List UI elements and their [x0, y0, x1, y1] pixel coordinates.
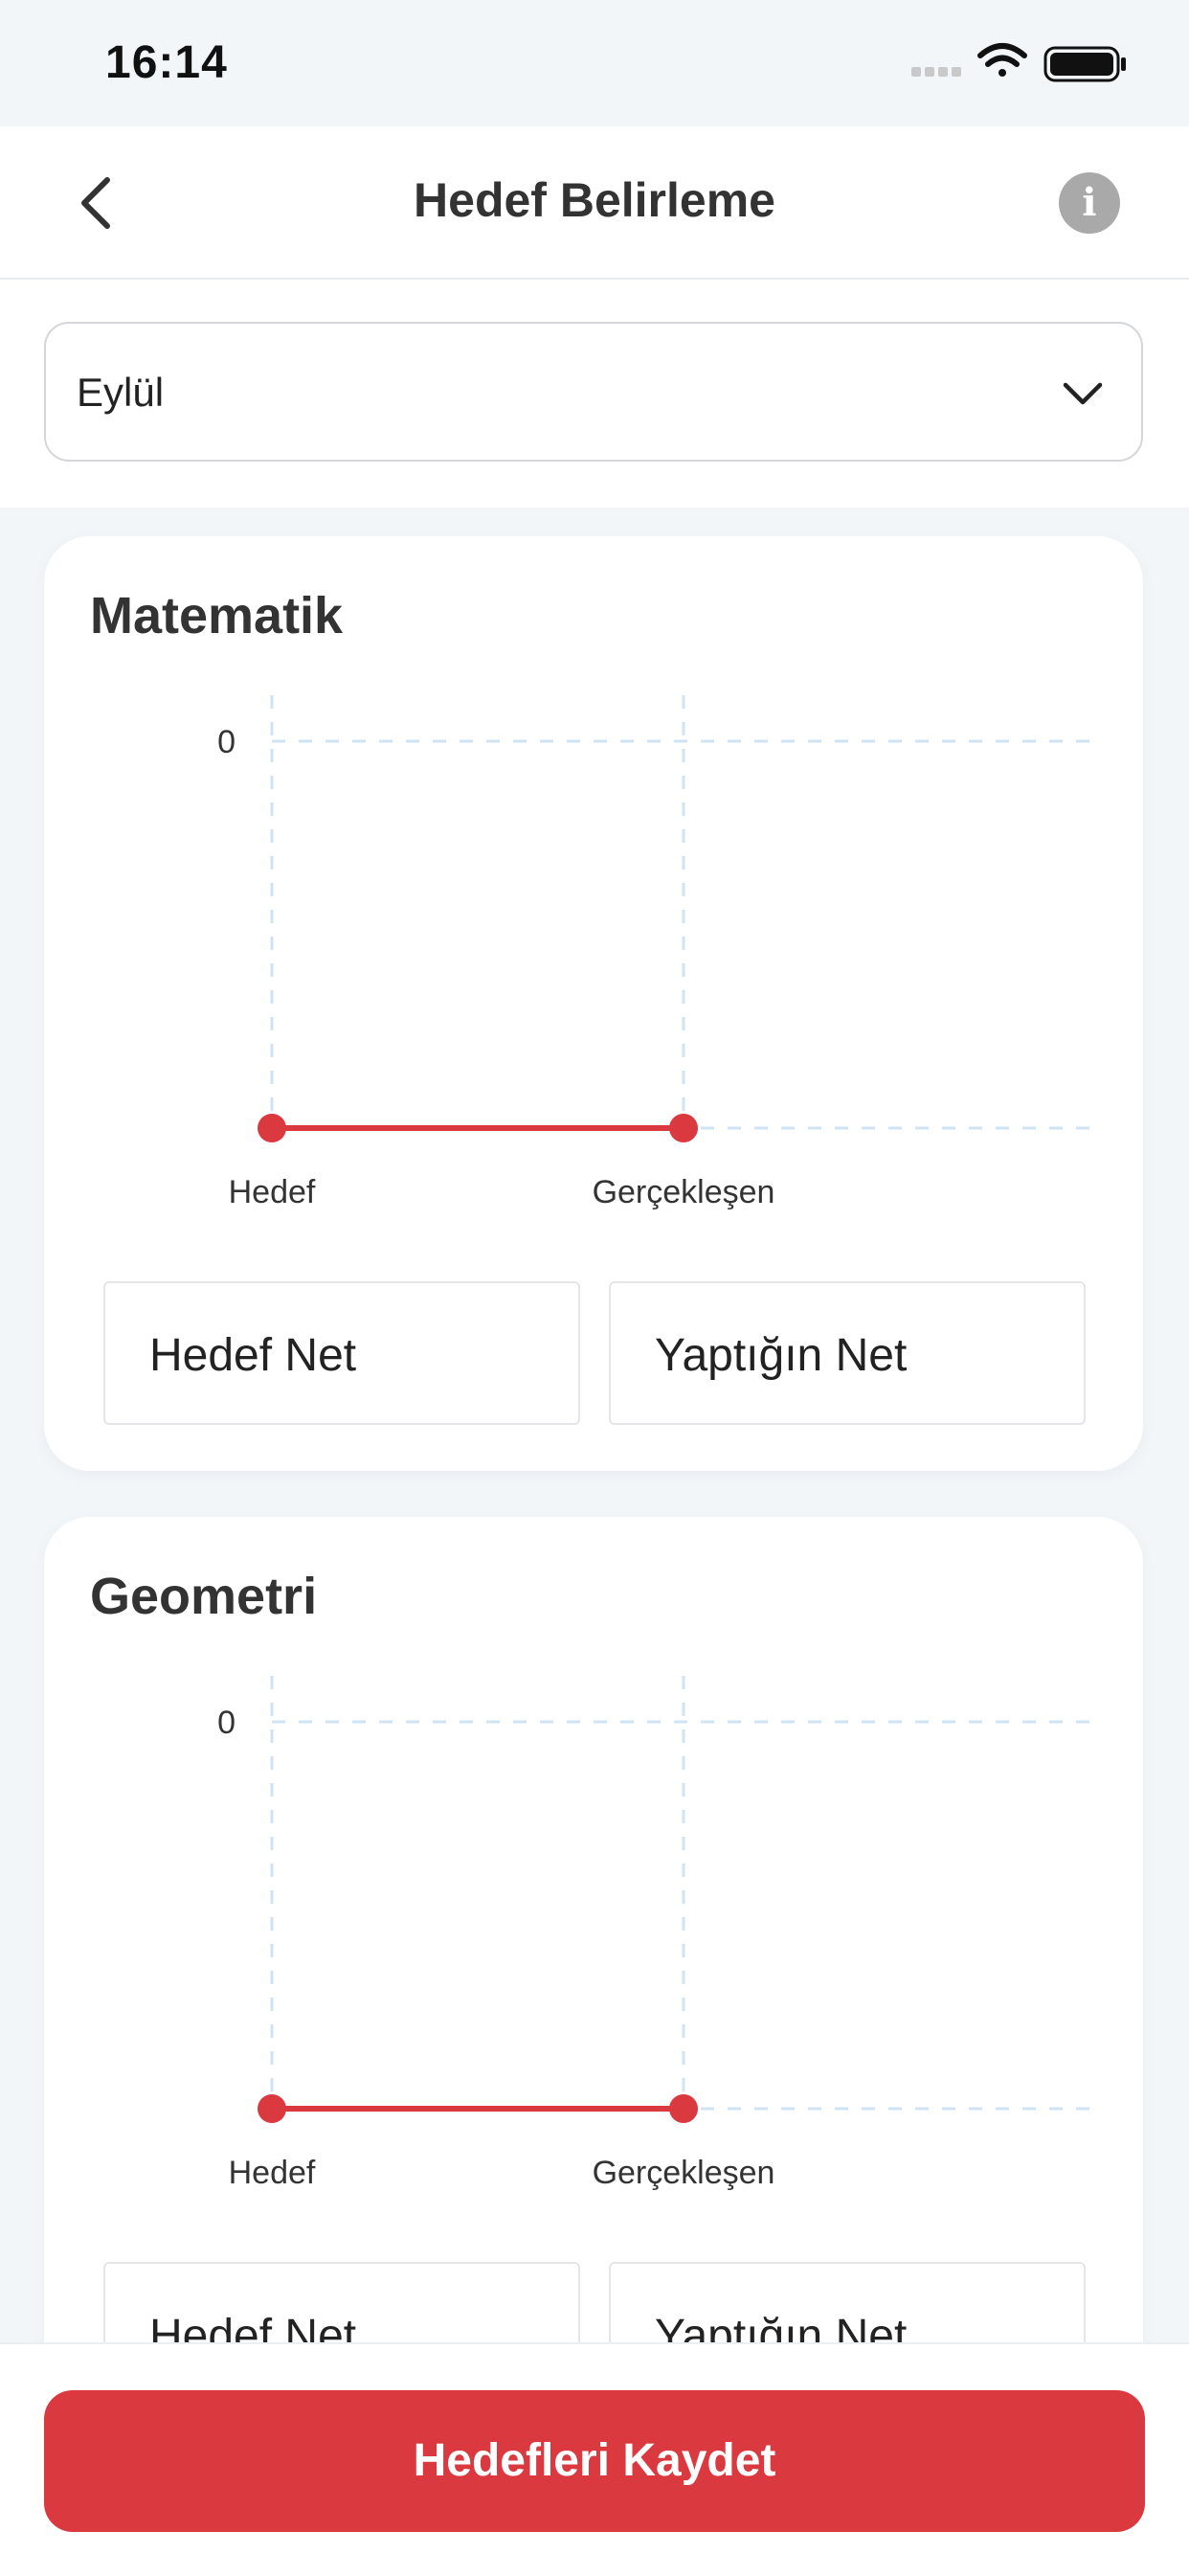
- target-net-placeholder: Hedef Net: [149, 1330, 357, 1381]
- x-tick-label: Gerçekleşen: [593, 1174, 775, 1210]
- subject-card-matematik: Matematik 0 Hedef Gerçekleşen Hedef Net Ya…: [44, 536, 1143, 1471]
- save-goals-button[interactable]: Hedefleri Kaydet: [44, 2390, 1145, 2532]
- chevron-down-icon: [1063, 382, 1103, 405]
- month-select-value: Eylül: [77, 370, 165, 415]
- actual-net-placeholder: Yaptığın Net: [655, 1330, 908, 1381]
- subject-card-geometri: Geometri 0 Hedef Gerçekleşen Hedef Net Yap…: [44, 1517, 1143, 2452]
- header: Hedef Belirleme i: [0, 126, 1189, 280]
- footer: Hedefleri Kaydet: [0, 2342, 1189, 2576]
- month-select[interactable]: Eylül: [44, 322, 1143, 462]
- info-icon[interactable]: i: [1059, 172, 1120, 234]
- data-point: [669, 2094, 698, 2123]
- x-tick-label: Hedef: [229, 1174, 316, 1210]
- x-tick-label: Gerçekleşen: [593, 2155, 775, 2191]
- y-tick-label: 0: [217, 724, 236, 760]
- status-bar: 16:14: [0, 0, 1189, 126]
- status-time: 16:14: [105, 37, 228, 88]
- page-title: Hedef Belirleme: [414, 173, 775, 227]
- cellular-signal-icon: [911, 67, 961, 77]
- y-tick-label: 0: [217, 1705, 236, 1741]
- data-point: [258, 2094, 286, 2123]
- target-net-input[interactable]: Hedef Net: [103, 1281, 580, 1425]
- x-tick-label: Hedef: [229, 2155, 316, 2191]
- goal-chart: 0 Hedef Gerçekleşen: [217, 1676, 1095, 2191]
- data-point: [258, 1114, 286, 1142]
- goal-chart: 0 Hedef Gerçekleşen: [217, 695, 1095, 1210]
- battery-icon: [1043, 46, 1126, 82]
- wifi-icon: [977, 43, 1027, 77]
- status-icons: [911, 43, 1126, 82]
- actual-net-input[interactable]: Yaptığın Net: [609, 1281, 1086, 1425]
- month-filter-section: Eylül: [0, 280, 1189, 508]
- data-point: [669, 1114, 698, 1142]
